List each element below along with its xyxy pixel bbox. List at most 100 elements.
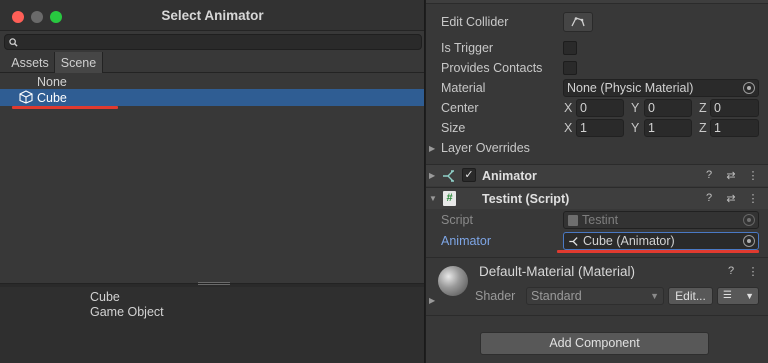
enabled-checkbox[interactable]: ✓ [462,168,476,182]
object-picker-icon [743,214,755,226]
is-trigger-checkbox[interactable] [563,41,577,55]
tab-scene[interactable]: Scene [55,52,103,73]
center-row: Center X 0 Y 0 Z 0 [426,98,768,118]
edit-collider-button[interactable] [563,12,593,32]
script-field: Testint [563,211,759,229]
list-item-label: Cube [37,90,67,105]
component-header-actions: ? ⇄ ⋮ [702,169,760,182]
animator-reference-value: Cube (Animator) [583,234,675,248]
more-options-icon[interactable]: ⋮ [746,265,760,278]
list-item-none[interactable]: None [0,73,424,90]
edit-collider-row: Edit Collider [426,11,768,33]
highlight-underline [12,106,118,109]
provides-contacts-checkbox[interactable] [563,61,577,75]
shader-menu-button[interactable]: ☰ ▼ [717,287,759,305]
center-x-value: 0 [580,101,587,115]
material-value: None (Physic Material) [567,81,694,95]
csharp-script-icon: # [443,191,456,206]
size-y-field[interactable]: 1 [644,119,692,137]
center-z-field[interactable]: 0 [710,99,759,117]
provides-contacts-label: Provides Contacts [441,61,543,75]
shader-edit-label: Edit... [675,289,706,303]
edit-collider-icon [571,17,585,27]
help-icon[interactable]: ? [702,192,716,205]
shader-value: Standard [531,289,582,303]
preview-type: Game Object [90,305,164,319]
inspector-panel: Edit Collider Is Trigger Provides Contac… [426,0,768,363]
size-y-value: 1 [648,121,655,135]
add-component-button[interactable]: Add Component [480,332,709,355]
animator-field-label: Animator [441,234,492,248]
center-label: Center [441,101,479,115]
select-animator-window: Select Animator Assets Scene None Cube C… [0,0,425,363]
center-y-field[interactable]: 0 [644,99,692,117]
center-x-field[interactable]: 0 [576,99,624,117]
size-z-value: 1 [714,121,721,135]
size-x-axis-label[interactable]: X [564,121,572,135]
animator-icon [569,236,578,246]
help-icon[interactable]: ? [724,265,738,278]
shader-dropdown[interactable]: Standard ▼ [526,287,664,305]
testint-component-header[interactable]: ▼ # Testint (Script) ? ⇄ ⋮ [426,187,768,209]
material-title: Default-Material (Material) [479,264,636,279]
shader-edit-button[interactable]: Edit... [668,287,713,305]
foldout-expanded-icon[interactable]: ▼ [429,194,437,203]
center-y-axis-label[interactable]: Y [631,101,639,115]
list-icon: ☰ [723,290,732,301]
size-z-axis-label[interactable]: Z [699,121,707,135]
component-header-partial [426,0,768,4]
animator-component-header[interactable]: ▶ ✓ Animator ? ⇄ ⋮ [426,164,768,186]
window-titlebar[interactable]: Select Animator [0,0,424,31]
size-label: Size [441,121,466,135]
object-list: None Cube [0,73,424,283]
center-x-axis-label[interactable]: X [564,101,572,115]
material-section: ▶ Default-Material (Material) ? ⋮ Shader… [426,257,768,315]
more-options-icon[interactable]: ⋮ [746,169,760,182]
material-preview-sphere [438,266,468,296]
help-icon[interactable]: ? [702,169,716,182]
tab-assets[interactable]: Assets [6,52,55,73]
tab-assets-label: Assets [11,55,49,70]
add-component-label: Add Component [549,336,640,350]
source-tabs: Assets Scene [0,52,424,73]
search-field[interactable] [4,34,422,50]
is-trigger-label: Is Trigger [441,41,494,55]
more-options-icon[interactable]: ⋮ [746,192,760,205]
edit-collider-label: Edit Collider [441,15,509,29]
object-picker-icon[interactable] [743,235,755,247]
layer-overrides-label: Layer Overrides [441,141,530,155]
component-header-actions: ? ⇄ ⋮ [702,192,760,205]
tab-scene-label: Scene [60,55,97,70]
size-z-field[interactable]: 1 [710,119,759,137]
script-row: Script Testint [426,210,768,230]
material-field[interactable]: None (Physic Material) [563,79,759,97]
provides-contacts-row: Provides Contacts [426,58,768,78]
splitter-grip [198,284,230,285]
center-z-axis-label[interactable]: Z [699,101,707,115]
animator-icon [443,170,454,182]
divider [426,315,768,316]
window-title: Select Animator [161,8,264,23]
center-z-value: 0 [714,101,721,115]
size-y-axis-label[interactable]: Y [631,121,639,135]
material-row: Material None (Physic Material) [426,78,768,98]
foldout-collapsed-icon[interactable]: ▶ [429,171,435,180]
script-file-icon [568,214,578,226]
object-picker-icon[interactable] [743,82,755,94]
center-y-value: 0 [648,101,655,115]
material-label: Material [441,81,486,95]
animator-field-row: Animator Cube (Animator) [426,231,768,251]
script-value: Testint [582,213,619,227]
foldout-collapsed-icon[interactable]: ▶ [429,144,435,153]
presets-icon[interactable]: ⇄ [724,192,738,205]
size-x-field[interactable]: 1 [576,119,624,137]
layer-overrides-foldout[interactable]: ▶ Layer Overrides [426,138,768,158]
size-x-value: 1 [580,121,587,135]
highlight-underline [557,250,759,253]
foldout-collapsed-icon[interactable]: ▶ [429,296,435,305]
selection-preview: Cube Game Object [0,287,424,363]
animator-reference-field[interactable]: Cube (Animator) [563,232,759,250]
list-item-cube[interactable]: Cube [0,89,424,106]
shader-label: Shader [475,289,516,303]
presets-icon[interactable]: ⇄ [724,169,738,182]
